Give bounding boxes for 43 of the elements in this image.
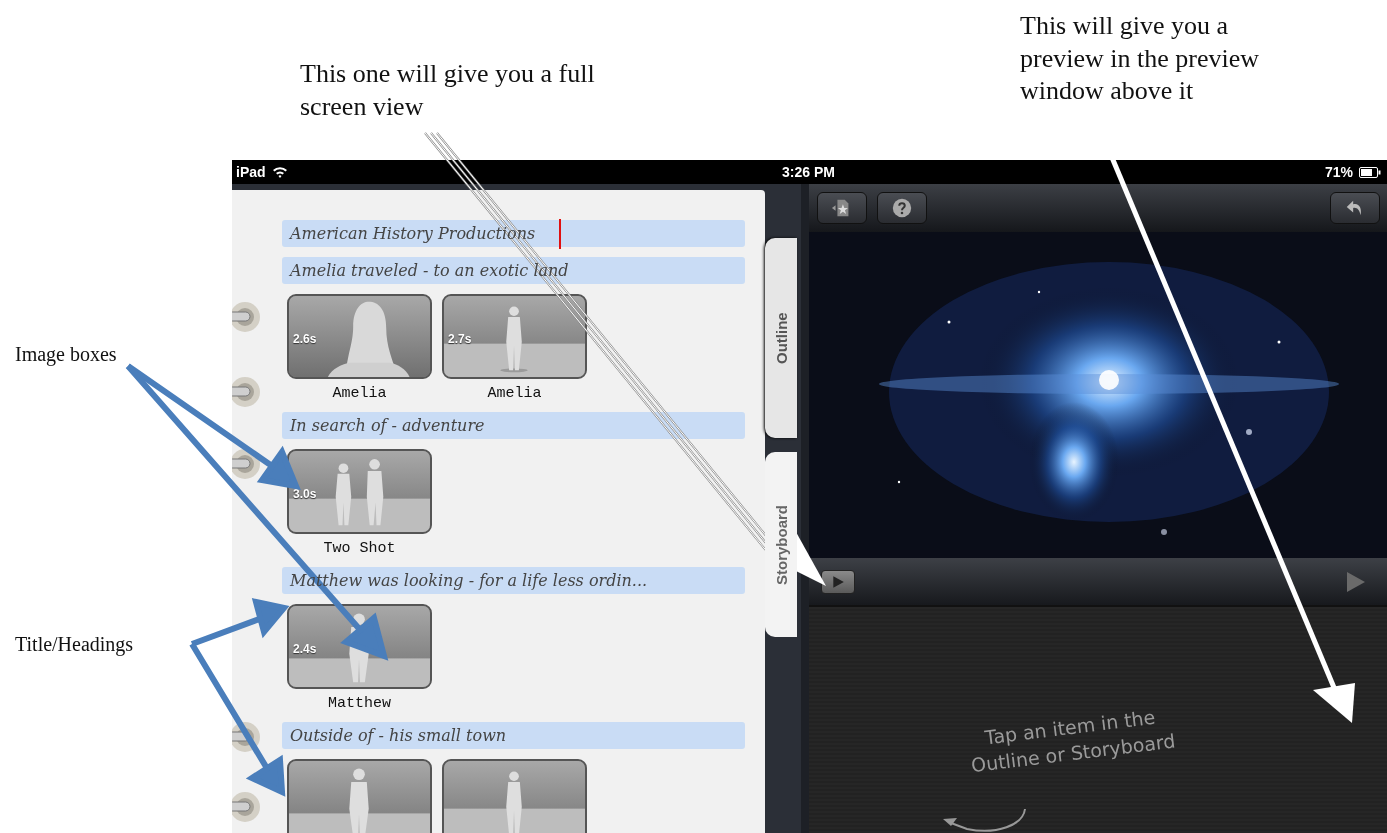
binder-ring-icon [232,375,262,409]
help-icon [891,197,913,219]
binder-ring-icon [232,790,262,824]
text-cursor [559,218,562,249]
heading-band[interactable]: Amelia traveled - to an exotic land [282,257,745,284]
shot-thumbnail[interactable]: 2.6s [287,294,432,379]
shot-name: Matthew [328,695,391,712]
battery-icon [1359,166,1381,178]
wifi-icon [271,166,288,178]
shot-thumbnail[interactable]: 2.4s [287,604,432,689]
annotation-text: This will give you a preview in the preview window above it [1020,10,1259,107]
heading-band[interactable]: In search of - adventure [282,412,745,439]
shot-name: Amelia [487,385,542,402]
annotation-text: This one will give you a full screen view [300,58,595,123]
duration-label: 2.4s [293,642,317,656]
section-heading: Amelia traveled - to an exotic land [290,261,569,280]
binder-ring-icon [232,300,262,334]
shot-thumbnail[interactable]: 2.7s [442,294,587,379]
battery-percent: 71% [1324,164,1353,180]
play-icon [831,574,845,589]
section-heading: American History Productions [290,224,536,243]
star-page-button[interactable] [817,192,867,224]
annotation-text: Image boxes [15,342,117,367]
section-heading: Outside of - his small town [290,726,507,745]
shot-name: Two Shot [323,540,396,557]
next-arrow-icon [1346,570,1366,593]
play-button[interactable] [821,569,855,594]
help-button[interactable] [877,192,927,224]
side-tab[interactable]: Storyboard [765,452,797,637]
device-name: iPad [236,164,266,180]
status-time: 3:26 PM [782,164,835,180]
shot-name: Amelia [332,385,387,402]
section-heading: In search of - adventure [290,416,485,435]
duration-label: 2.6s [293,332,317,346]
annotation-text: Title/Headings [15,632,134,657]
heading-band[interactable]: American History Productions [282,220,745,247]
side-tab[interactable]: Outline [765,238,797,438]
heading-band[interactable]: Outside of - his small town [282,722,745,749]
duration-label: 2.7s [448,332,472,346]
undo-button[interactable] [1330,192,1380,224]
shot-thumbnail[interactable]: 3.0s [287,449,432,534]
duration-label: 3.0s [293,487,317,501]
hint-text: Tap an item in the Outline or Storyboard [968,704,1177,778]
